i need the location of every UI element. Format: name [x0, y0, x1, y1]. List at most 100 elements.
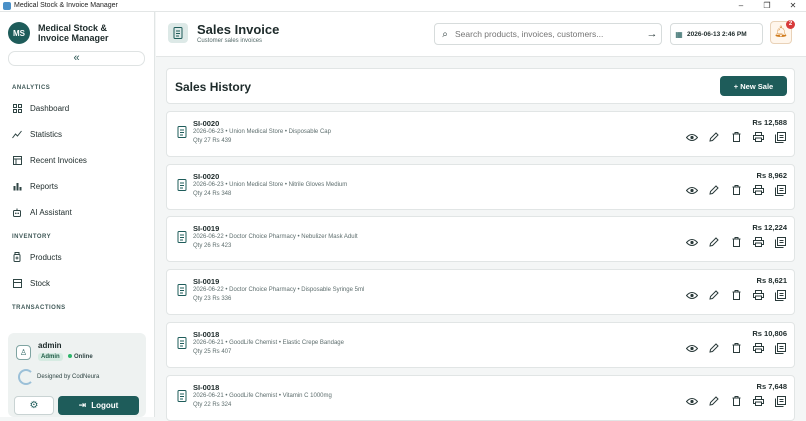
sidebar-item-label: Dashboard [30, 103, 70, 113]
view-eye-icon[interactable] [681, 288, 703, 302]
invoice-icon [176, 336, 187, 349]
main-content: Sales History + New Sale SI-0020 2026-06-… [166, 68, 795, 421]
delete-trash-icon[interactable] [725, 341, 747, 355]
sidebar-item-recent-invoices[interactable]: Recent Invoices [12, 155, 87, 165]
statistics-icon [12, 129, 22, 139]
search-icon: ⌕ [442, 28, 448, 40]
sidebar-item-statistics[interactable]: Statistics [12, 129, 62, 139]
stock-icon [12, 278, 22, 288]
copy-icon[interactable] [769, 183, 791, 197]
invoice-id: SI-0019 [193, 224, 220, 233]
print-icon[interactable] [747, 130, 769, 144]
sidebar-item-reports[interactable]: Reports [12, 181, 58, 191]
invoice-row[interactable]: SI-0019 2026-06-22 • Doctor Choice Pharma… [166, 269, 795, 315]
print-icon[interactable] [747, 341, 769, 355]
new-sale-button[interactable]: + New Sale [720, 76, 787, 96]
copy-icon[interactable] [769, 235, 791, 249]
calendar-icon: ▦ [675, 29, 683, 39]
app-icon [3, 1, 11, 10]
view-eye-icon[interactable] [681, 183, 703, 197]
invoice-qty: Qty 26 Rs 423 [193, 243, 232, 249]
view-eye-icon[interactable] [681, 341, 703, 355]
print-icon[interactable] [747, 288, 769, 302]
invoice-id: SI-0018 [193, 330, 220, 339]
logout-button[interactable]: ⇥ Logout [58, 396, 139, 415]
delete-trash-icon[interactable] [725, 394, 747, 408]
logout-icon: ⇥ [78, 400, 87, 410]
invoice-amount: Rs 8,962 [756, 171, 787, 180]
close-button[interactable]: ✕ [780, 1, 806, 10]
print-icon[interactable] [747, 394, 769, 408]
user-card: ♙ admin Admin Online Designed by CodNeur… [8, 333, 146, 417]
products-icon [12, 252, 22, 262]
designed-by: Designed by CodNeura [37, 374, 100, 380]
sidebar-item-dashboard[interactable]: Dashboard [12, 103, 69, 113]
page-title: Sales Invoice [197, 22, 280, 37]
print-icon[interactable] [747, 235, 769, 249]
sales-history-title: Sales History [175, 80, 252, 94]
role-badge: Admin [38, 353, 63, 361]
invoice-id: SI-0020 [193, 119, 220, 128]
invoice-qty: Qty 22 Rs 324 [193, 402, 232, 408]
edit-pencil-icon[interactable] [703, 341, 725, 355]
copy-icon[interactable] [769, 394, 791, 408]
sidebar-item-ai-assistant[interactable]: AI Assistant [12, 207, 72, 217]
edit-pencil-icon[interactable] [703, 288, 725, 302]
minimize-button[interactable]: – [728, 1, 754, 10]
gear-icon: ⚙ [29, 400, 39, 411]
datetime-text: 2026-06-13 2:46 PM [687, 30, 747, 38]
reports-icon [12, 181, 22, 191]
sidebar: MS Medical Stock & Invoice Manager « ANA… [0, 12, 155, 417]
copy-icon[interactable] [769, 288, 791, 302]
logout-label: Logout [91, 401, 119, 410]
view-eye-icon[interactable] [681, 235, 703, 249]
collapse-sidebar-button[interactable]: « [8, 51, 145, 66]
view-eye-icon[interactable] [681, 130, 703, 144]
delete-trash-icon[interactable] [725, 183, 747, 197]
page-subtitle: Customer sales invoices [197, 38, 263, 44]
invoice-row[interactable]: SI-0019 2026-06-22 • Doctor Choice Pharma… [166, 216, 795, 262]
invoice-amount: Rs 12,588 [752, 118, 787, 127]
brand-name: Medical Stock & Invoice Manager [38, 23, 109, 43]
section-transactions: TRANSACTIONS [12, 305, 66, 311]
view-eye-icon[interactable] [681, 394, 703, 408]
maximize-button[interactable]: ❐ [754, 1, 780, 10]
invoice-row[interactable]: SI-0018 2026-06-21 • GoodLife Chemist • E… [166, 322, 795, 368]
invoice-row[interactable]: SI-0020 2026-06-23 • Union Medical Store … [166, 111, 795, 157]
delete-trash-icon[interactable] [725, 130, 747, 144]
search-input[interactable] [455, 29, 643, 39]
invoice-meta: 2026-06-21 • GoodLife Chemist • Elastic … [193, 340, 344, 346]
invoice-icon [176, 230, 187, 243]
notification-count-badge: 2 [786, 20, 795, 29]
row-actions [681, 394, 791, 408]
online-dot-icon [68, 354, 72, 358]
edit-pencil-icon[interactable] [703, 394, 725, 408]
search-box: ⌕ → [434, 23, 662, 45]
edit-pencil-icon[interactable] [703, 183, 725, 197]
user-avatar-icon: ♙ [16, 345, 31, 360]
invoice-id: SI-0020 [193, 172, 220, 181]
arrow-right-icon[interactable]: → [643, 28, 661, 40]
invoice-icon [176, 178, 187, 191]
sidebar-item-stock[interactable]: Stock [12, 278, 50, 288]
copy-icon[interactable] [769, 341, 791, 355]
invoice-qty: Qty 27 Rs 439 [193, 138, 232, 144]
edit-pencil-icon[interactable] [703, 130, 725, 144]
settings-button[interactable]: ⚙ [14, 396, 54, 415]
delete-trash-icon[interactable] [725, 288, 747, 302]
sidebar-item-label: Reports [30, 181, 59, 191]
delete-trash-icon[interactable] [725, 235, 747, 249]
invoice-row[interactable]: SI-0020 2026-06-23 • Union Medical Store … [166, 164, 795, 210]
row-actions [681, 235, 791, 249]
edit-pencil-icon[interactable] [703, 235, 725, 249]
copy-icon[interactable] [769, 130, 791, 144]
invoice-row[interactable]: SI-0018 2026-06-21 • GoodLife Chemist • V… [166, 375, 795, 421]
window-titlebar: Medical Stock & Invoice Manager – ❐ ✕ [0, 0, 806, 12]
row-actions [681, 130, 791, 144]
print-icon[interactable] [747, 183, 769, 197]
datetime-display: ▦ 2026-06-13 2:46 PM [670, 23, 763, 45]
sidebar-item-label: Stock [30, 278, 51, 288]
row-actions [681, 183, 791, 197]
sidebar-item-products[interactable]: Products [12, 252, 62, 262]
invoice-meta: 2026-06-22 • Doctor Choice Pharmacy • Ne… [193, 234, 358, 240]
